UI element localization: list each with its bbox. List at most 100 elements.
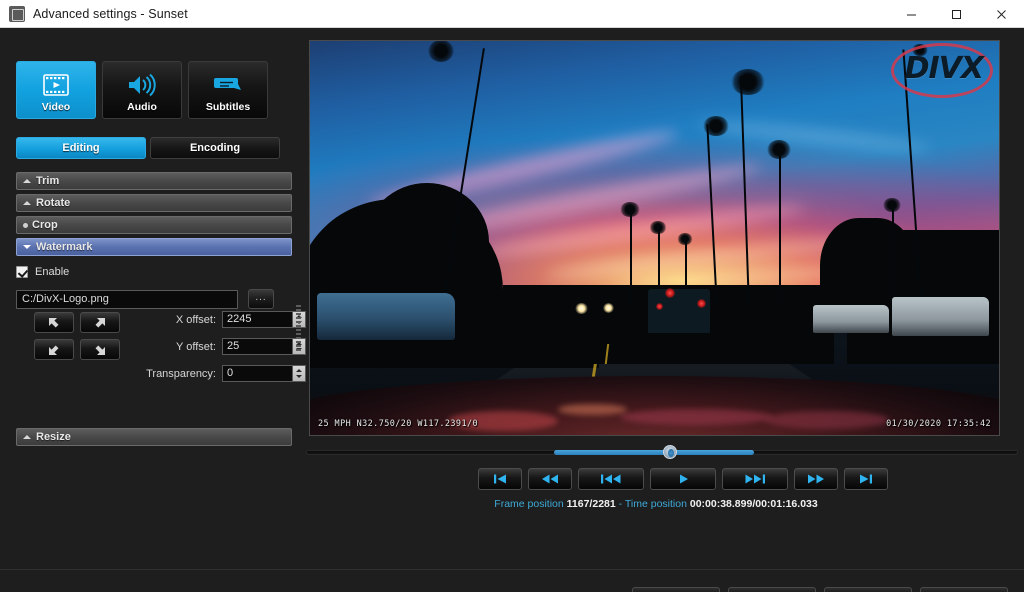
subtitle-bubble-icon [214, 71, 242, 99]
arrow-down-right-icon [95, 345, 105, 355]
section-watermark[interactable]: Watermark [16, 238, 292, 256]
previous-frame-button[interactable] [578, 468, 644, 490]
section-crop[interactable]: Crop [16, 216, 292, 234]
section-trim[interactable]: Trim [16, 172, 292, 190]
transparency-row: Transparency: 0 [146, 365, 306, 382]
minimize-button[interactable] [889, 0, 934, 28]
next-frame-button[interactable] [722, 468, 788, 490]
close-button[interactable] [979, 0, 1024, 28]
window-title: Advanced settings - Sunset [33, 6, 188, 21]
chevron-up-icon [23, 222, 28, 228]
film-icon [43, 71, 69, 99]
watermark-anchor-grid [34, 312, 120, 360]
skip-start-icon [494, 474, 506, 484]
skip-end-icon [860, 474, 872, 484]
rewind-icon [542, 474, 558, 484]
frame-position-value: 1167/2281 [566, 498, 616, 510]
preview-panel: DIVX 25 MPH N32.750/20 W117.2391/0 01/30… [300, 28, 1024, 592]
y-offset-row: Y offset: 25 [146, 338, 306, 355]
playback-status: Frame position 1167/2281 - Time position… [300, 498, 1012, 510]
anchor-bottom-right[interactable] [80, 339, 120, 360]
tab-subtitles-label: Subtitles [205, 101, 251, 113]
tab-video-label: Video [41, 101, 71, 113]
time-position-label: Time position [624, 498, 687, 510]
section-list: Trim Rotate Crop Watermark [16, 172, 292, 260]
video-scene: DIVX 25 MPH N32.750/20 W117.2391/0 01/30… [310, 41, 999, 435]
osd-gps-text: 25 MPH N32.750/20 W117.2391/0 [318, 419, 479, 429]
advanced-settings-window: Advanced settings - Sunset Video Audio S… [0, 0, 1024, 592]
arrow-down-left-icon [49, 345, 59, 355]
section-crop-label: Crop [32, 219, 58, 231]
osd-timestamp-text: 01/30/2020 17:35:42 [886, 419, 991, 429]
scrubber-handle[interactable] [663, 445, 677, 459]
dialog-button-bar: Restore Defaults OK Cancel Apply [632, 587, 1008, 592]
window-controls [889, 0, 1024, 28]
y-offset-input[interactable]: 25 [222, 338, 292, 355]
settings-panel: Video Audio Subtitles Editing Encoding T… [6, 31, 306, 584]
app-icon [9, 5, 25, 22]
transparency-input[interactable]: 0 [222, 365, 292, 382]
fast-forward-button[interactable] [794, 468, 838, 490]
bottom-divider [0, 569, 1024, 570]
tab-video[interactable]: Video [16, 61, 96, 119]
x-offset-label: X offset: [175, 313, 216, 326]
tab-audio[interactable]: Audio [102, 61, 182, 119]
maximize-button[interactable] [934, 0, 979, 28]
scrubber-range-fill [554, 450, 754, 455]
title-bar: Advanced settings - Sunset [0, 0, 1024, 28]
enable-label: Enable [35, 266, 70, 278]
apply-button[interactable]: Apply [920, 587, 1008, 592]
arrow-up-right-icon [95, 317, 105, 327]
section-resize-label: Resize [36, 431, 71, 443]
tab-audio-label: Audio [127, 101, 157, 113]
subtab-editing[interactable]: Editing [16, 137, 146, 159]
anchor-bottom-left[interactable] [34, 339, 74, 360]
enable-checkbox[interactable] [16, 266, 28, 278]
anchor-top-right[interactable] [80, 312, 120, 333]
section-resize[interactable]: Resize [16, 428, 292, 446]
time-position-value: 00:00:38.899/00:01:16.033 [689, 498, 818, 510]
watermark-path-input[interactable]: C:/DivX-Logo.png [16, 289, 238, 309]
play-button[interactable] [650, 468, 716, 490]
category-tabs: Video Audio Subtitles [16, 61, 268, 119]
arrow-up-left-icon [49, 317, 59, 327]
previous-frame-icon [601, 474, 621, 484]
chevron-down-icon [23, 245, 31, 249]
watermark-settings: Enable C:/DivX-Logo.png ... X offset: 22… [16, 264, 306, 382]
section-rotate[interactable]: Rotate [16, 194, 292, 212]
chevron-up-icon [23, 435, 31, 439]
watermark-offset-fields: X offset: 2245 Y offset: 25 Transparency… [146, 311, 306, 392]
ok-button[interactable]: OK [728, 587, 816, 592]
watermark-enable-row[interactable]: Enable [16, 264, 292, 280]
tab-subtitles[interactable]: Subtitles [188, 61, 268, 119]
anchor-top-left[interactable] [34, 312, 74, 333]
frame-position-label: Frame position [494, 498, 564, 510]
skip-to-start-button[interactable] [478, 468, 522, 490]
watermark-path-row: C:/DivX-Logo.png ... [16, 289, 292, 309]
cancel-button[interactable]: Cancel [824, 587, 912, 592]
x-offset-row: X offset: 2245 [146, 311, 306, 328]
status-separator: - [618, 498, 623, 510]
transparency-label: Transparency: [146, 367, 216, 380]
fast-forward-icon [808, 474, 824, 484]
restore-defaults-button[interactable]: Restore Defaults [632, 587, 720, 592]
skip-to-end-button[interactable] [844, 468, 888, 490]
video-preview[interactable]: DIVX 25 MPH N32.750/20 W117.2391/0 01/30… [309, 40, 1000, 436]
chevron-up-icon [23, 201, 31, 205]
browse-button[interactable]: ... [248, 289, 274, 309]
play-icon [680, 474, 688, 484]
chevron-up-icon [23, 179, 31, 183]
subtab-encoding[interactable]: Encoding [150, 137, 280, 159]
rewind-button[interactable] [528, 468, 572, 490]
divx-watermark: DIVX [904, 51, 984, 86]
y-offset-label: Y offset: [176, 340, 216, 353]
next-frame-icon [745, 474, 765, 484]
speaker-icon [127, 71, 157, 99]
section-trim-label: Trim [36, 175, 60, 187]
dialog-body: Video Audio Subtitles Editing Encoding T… [0, 28, 1024, 592]
mode-subtabs: Editing Encoding [16, 137, 280, 159]
x-offset-input[interactable]: 2245 [222, 311, 292, 328]
timeline-scrubber[interactable] [306, 442, 1018, 462]
transport-controls [478, 468, 888, 490]
section-watermark-label: Watermark [36, 241, 93, 253]
